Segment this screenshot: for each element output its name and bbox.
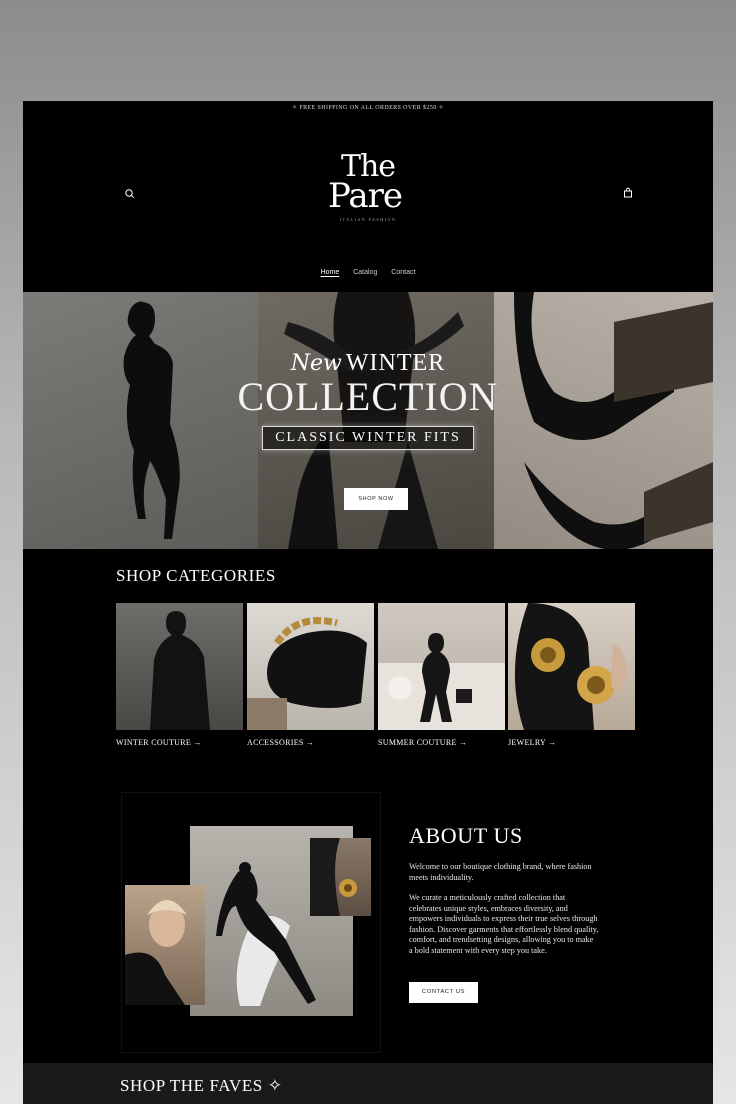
category-card-accessories[interactable]: ACCESSORIES →: [247, 603, 374, 747]
hero-banner: New WINTER COLLECTION CLASSIC WINTER FIT…: [23, 292, 713, 549]
search-icon: [125, 189, 135, 199]
storefront-page: ✧ FREE SHIPPING ON ALL ORDERS OVER $250 …: [23, 101, 713, 1104]
about-title: ABOUT US: [409, 823, 523, 848]
shopping-bag-icon: [624, 187, 632, 198]
category-card-winter-couture[interactable]: WINTER COUTURE →: [116, 603, 243, 747]
category-label[interactable]: WINTER COUTURE →: [116, 738, 243, 747]
categories-title: SHOP CATEGORIES: [116, 566, 276, 585]
category-label[interactable]: JEWELRY →: [508, 738, 635, 747]
category-label[interactable]: SUMMER COUTURE →: [378, 738, 505, 747]
category-image: [116, 603, 243, 730]
category-image: [378, 603, 505, 730]
brand-tagline: ITALIAN FASHION: [339, 217, 397, 222]
category-card-summer-couture[interactable]: SUMMER COUTURE →: [378, 603, 505, 747]
nav-contact[interactable]: Contact: [391, 269, 415, 276]
announcement-bar: ✧ FREE SHIPPING ON ALL ORDERS OVER $250 …: [292, 105, 444, 111]
cart-button[interactable]: [621, 186, 635, 200]
hero-subtitle: CLASSIC WINTER FITS: [262, 426, 474, 450]
about-photo-earring: [310, 838, 371, 916]
brand-logo[interactable]: The Pare ITALIAN FASHION: [323, 152, 413, 233]
category-image: [508, 603, 635, 730]
nav-catalog[interactable]: Catalog: [353, 269, 377, 276]
about-paragraph-1: Welcome to our boutique clothing brand, …: [409, 862, 592, 882]
hero-copy: New WINTER COLLECTION CLASSIC WINTER FIT…: [23, 350, 713, 450]
nav-home[interactable]: Home: [321, 269, 340, 276]
shop-now-button[interactable]: SHOP NOW: [344, 488, 408, 510]
category-image: [247, 603, 374, 730]
category-label[interactable]: ACCESSORIES →: [247, 738, 374, 747]
search-button[interactable]: [123, 187, 137, 201]
hero-collection: COLLECTION: [237, 374, 499, 419]
faves-title: SHOP THE FAVES ✧: [120, 1076, 283, 1095]
about-paragraph-2: We curate a meticulously crafted collect…: [409, 893, 599, 955]
main-nav: Home Catalog Contact: [23, 269, 713, 276]
about-photo-portrait: [125, 885, 205, 1005]
brand-line-2: Pare: [328, 176, 403, 216]
contact-us-button[interactable]: CONTACT US: [409, 982, 478, 1003]
category-card-jewelry[interactable]: JEWELRY →: [508, 603, 635, 747]
